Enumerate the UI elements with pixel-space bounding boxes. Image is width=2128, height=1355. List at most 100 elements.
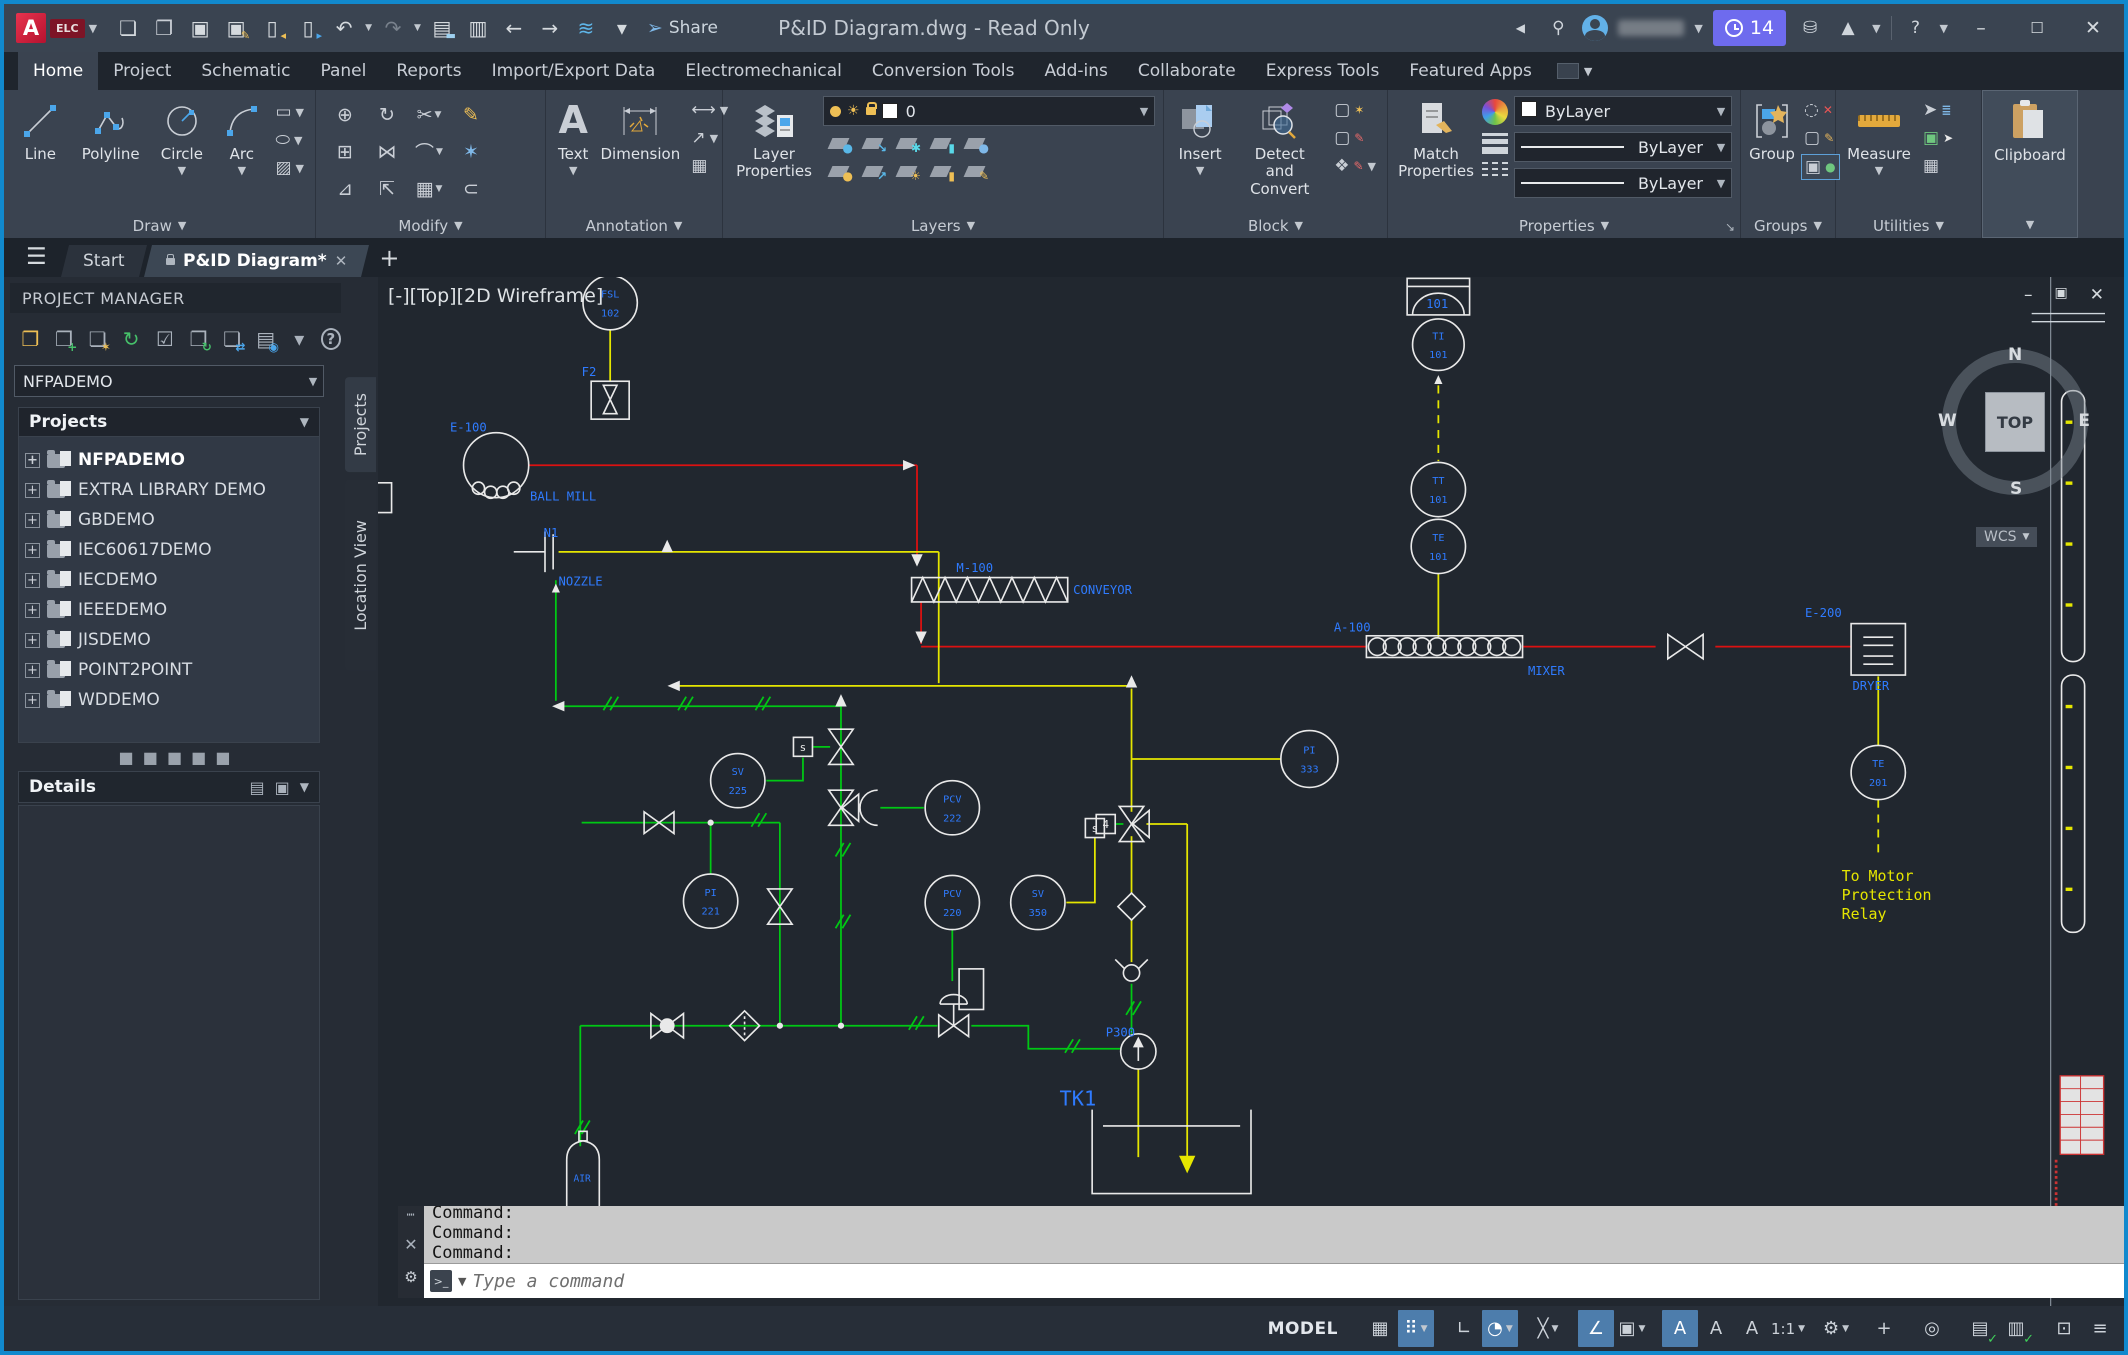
ribbon-tab-panel[interactable]: Panel	[305, 52, 381, 90]
fillet-caret-icon[interactable]: ▼	[436, 147, 443, 157]
line-button[interactable]: Line	[12, 96, 69, 165]
array-button[interactable]: ▦▼	[408, 170, 450, 207]
layer-unlock-button[interactable]: ▮	[925, 159, 955, 183]
file-tab-close-icon[interactable]: ✕	[335, 252, 348, 270]
arc-button[interactable]: Arc▼	[217, 96, 266, 180]
object-snap-caret-icon[interactable]: ▼	[1639, 1324, 1646, 1334]
viewcube-south[interactable]: S	[2010, 479, 2022, 499]
fillet-button[interactable]: ⌒▼	[408, 133, 450, 170]
refresh-button[interactable]: ↻	[119, 326, 144, 353]
viewcube[interactable]: N W E S TOP	[1942, 349, 2088, 495]
panel-label-clipboard[interactable]: ▼	[1983, 212, 2077, 237]
pid-drawing[interactable]: ss4FSL102TI101TT101TE101SV225PCV222PI221…	[378, 277, 2124, 1306]
panel-label-groups[interactable]: Groups▼	[1741, 213, 1835, 238]
dimension-button[interactable]: Dimension	[598, 96, 682, 165]
command-window-grip[interactable]: ┉ ✕ ⚙	[398, 1206, 424, 1298]
ribbon-tab-home[interactable]: Home	[18, 52, 98, 90]
create-block-button[interactable]: ▢✶	[1331, 98, 1379, 122]
autodesk-menu-caret-icon[interactable]: ▼	[1872, 22, 1880, 35]
help-caret-icon[interactable]: ▼	[1940, 22, 1948, 35]
copy-button[interactable]: ⊞	[324, 133, 366, 170]
layer-unisolate-button[interactable]: ↗	[857, 159, 887, 183]
insert-button[interactable]: Insert▼	[1172, 96, 1228, 180]
panel-label-modify[interactable]: Modify▼	[316, 213, 545, 238]
scale-button[interactable]: ⇱	[366, 170, 408, 207]
layer-select-combo[interactable]: ☀ 0 ▼	[823, 96, 1155, 126]
project-tree-item-gbdemo[interactable]: +GBDEMO	[25, 505, 319, 535]
edit-block-button[interactable]: ▢✎	[1331, 126, 1379, 150]
rectangle-dropdown[interactable]: ▭ ▼	[272, 100, 307, 124]
tree-expand-icon[interactable]: +	[25, 483, 40, 498]
ungroup-button[interactable]: ◌✕	[1801, 98, 1840, 122]
active-project-combo[interactable]: NFPADEMO ▼	[14, 365, 324, 397]
layer-thaw-button[interactable]: ☀	[891, 159, 921, 183]
match-properties-button[interactable]: Match Properties	[1396, 96, 1476, 183]
drawing-recovery-button[interactable]: ≋	[571, 13, 601, 43]
store-cart-icon[interactable]: ⛁	[1796, 18, 1824, 38]
app-menu-button[interactable]: A ELC ▼	[16, 13, 97, 43]
trim-caret-icon[interactable]: ▼	[435, 110, 442, 120]
project-tree-item-iec60617demo[interactable]: +IEC60617DEMO	[25, 535, 319, 565]
ellipse-dropdown[interactable]: ⬭ ▼	[272, 128, 307, 152]
project-tree-item-jisdemo[interactable]: +JISDEMO	[25, 625, 319, 655]
measure-button[interactable]: Measure▼	[1844, 96, 1914, 180]
command-drag-handle-icon[interactable]: ┉	[407, 1208, 416, 1223]
lineweight-combo[interactable]: ByLayer▼	[1514, 132, 1732, 162]
recent-commands-caret-icon[interactable]: ▼	[458, 1275, 466, 1288]
group-button[interactable]: Group	[1749, 96, 1795, 165]
tree-expand-icon[interactable]: +	[25, 663, 40, 678]
ribbon-tab-electromechanical[interactable]: Electromechanical	[670, 52, 857, 90]
workspace-settings-toggle[interactable]: ⚙▼	[1818, 1310, 1854, 1347]
new-file-button[interactable]: ❏	[113, 13, 143, 43]
grid-display-toggle[interactable]: ▦	[1362, 1310, 1398, 1347]
collapse-search-icon[interactable]: ◀	[1506, 21, 1534, 35]
ribbon-tab-featured-apps[interactable]: Featured Apps	[1394, 52, 1547, 90]
panel-label-properties[interactable]: Properties▼	[1388, 213, 1740, 238]
object-color-combo[interactable]: ByLayer▼	[1514, 96, 1732, 126]
project-tree-item-iecdemo[interactable]: +IECDEMO	[25, 565, 319, 595]
open-project-button[interactable]: ❐	[18, 326, 43, 353]
annotation-scale-list-toggle[interactable]: A	[1734, 1310, 1770, 1347]
user-menu-caret-icon[interactable]: ▼	[1694, 22, 1702, 35]
snap-mode-toggle[interactable]: ⠿▼	[1398, 1310, 1434, 1347]
group-edit-button[interactable]: ▢✎	[1801, 126, 1840, 150]
hardware-acceleration-toggle[interactable]: ▤✓	[1962, 1310, 1998, 1347]
detect-and-convert-button[interactable]: Detect and Convert	[1234, 96, 1325, 200]
array-caret-icon[interactable]: ▼	[436, 184, 443, 194]
panel-label-utilities[interactable]: Utilities▼	[1836, 213, 1981, 238]
help-button[interactable]: ?	[321, 328, 341, 350]
plot-publish-button[interactable]: ▤◉	[253, 326, 278, 353]
quick-calculator-button[interactable]: ▣➤	[1920, 126, 1956, 150]
maximize-button[interactable]: ☐	[2014, 19, 2060, 37]
ribbon-tab-project[interactable]: Project	[98, 52, 186, 90]
open-file-button[interactable]: ❐	[149, 13, 179, 43]
calculator-icon-button[interactable]: ▦	[1920, 154, 1956, 178]
ribbon-tab-reports[interactable]: Reports	[381, 52, 476, 90]
toolbar-more-button[interactable]: ▾	[287, 326, 312, 353]
batch-plot-button[interactable]: ▥	[463, 13, 493, 43]
file-tabs-menu-icon[interactable]: ☰	[26, 244, 47, 270]
erase-button[interactable]: ✎	[450, 96, 492, 133]
tree-expand-icon[interactable]: +	[25, 633, 40, 648]
stretch-button[interactable]: ⊿	[324, 170, 366, 207]
project-tree-item-wddemo[interactable]: +WDDEMO	[25, 685, 319, 715]
panel-label-draw[interactable]: Draw▼	[4, 213, 315, 238]
project-tree-item-ieeedemo[interactable]: +IEEEDEMO	[25, 595, 319, 625]
scale-toggle[interactable]: 1:1▼	[1770, 1310, 1806, 1347]
minimize-button[interactable]: –	[1958, 17, 2004, 39]
save-as-button[interactable]: ▣✎	[221, 13, 251, 43]
side-tab-projects[interactable]: Projects	[345, 377, 376, 472]
command-input[interactable]	[472, 1271, 2118, 1292]
search-icon[interactable]: ⚲	[1544, 18, 1572, 38]
drawing-list-display-button[interactable]: ❏⇄	[220, 326, 245, 353]
layer-on-button[interactable]: ●	[823, 159, 853, 183]
customization-toggle[interactable]: +	[1866, 1310, 1902, 1347]
qat-customize-button[interactable]: ▾	[607, 13, 637, 43]
details-section-header[interactable]: Details ▤ ▣ ▼	[18, 771, 320, 803]
save-button[interactable]: ▣	[185, 13, 215, 43]
project-task-list-button[interactable]: ☑	[153, 326, 178, 353]
project-tree-item-nfpademo[interactable]: +NFPADEMO	[25, 445, 319, 475]
ribbon-tab-import-export-data[interactable]: Import/Export Data	[477, 52, 671, 90]
ribbon-tab-add-ins[interactable]: Add-ins	[1029, 52, 1122, 90]
undo-button[interactable]: ↶	[329, 13, 359, 43]
